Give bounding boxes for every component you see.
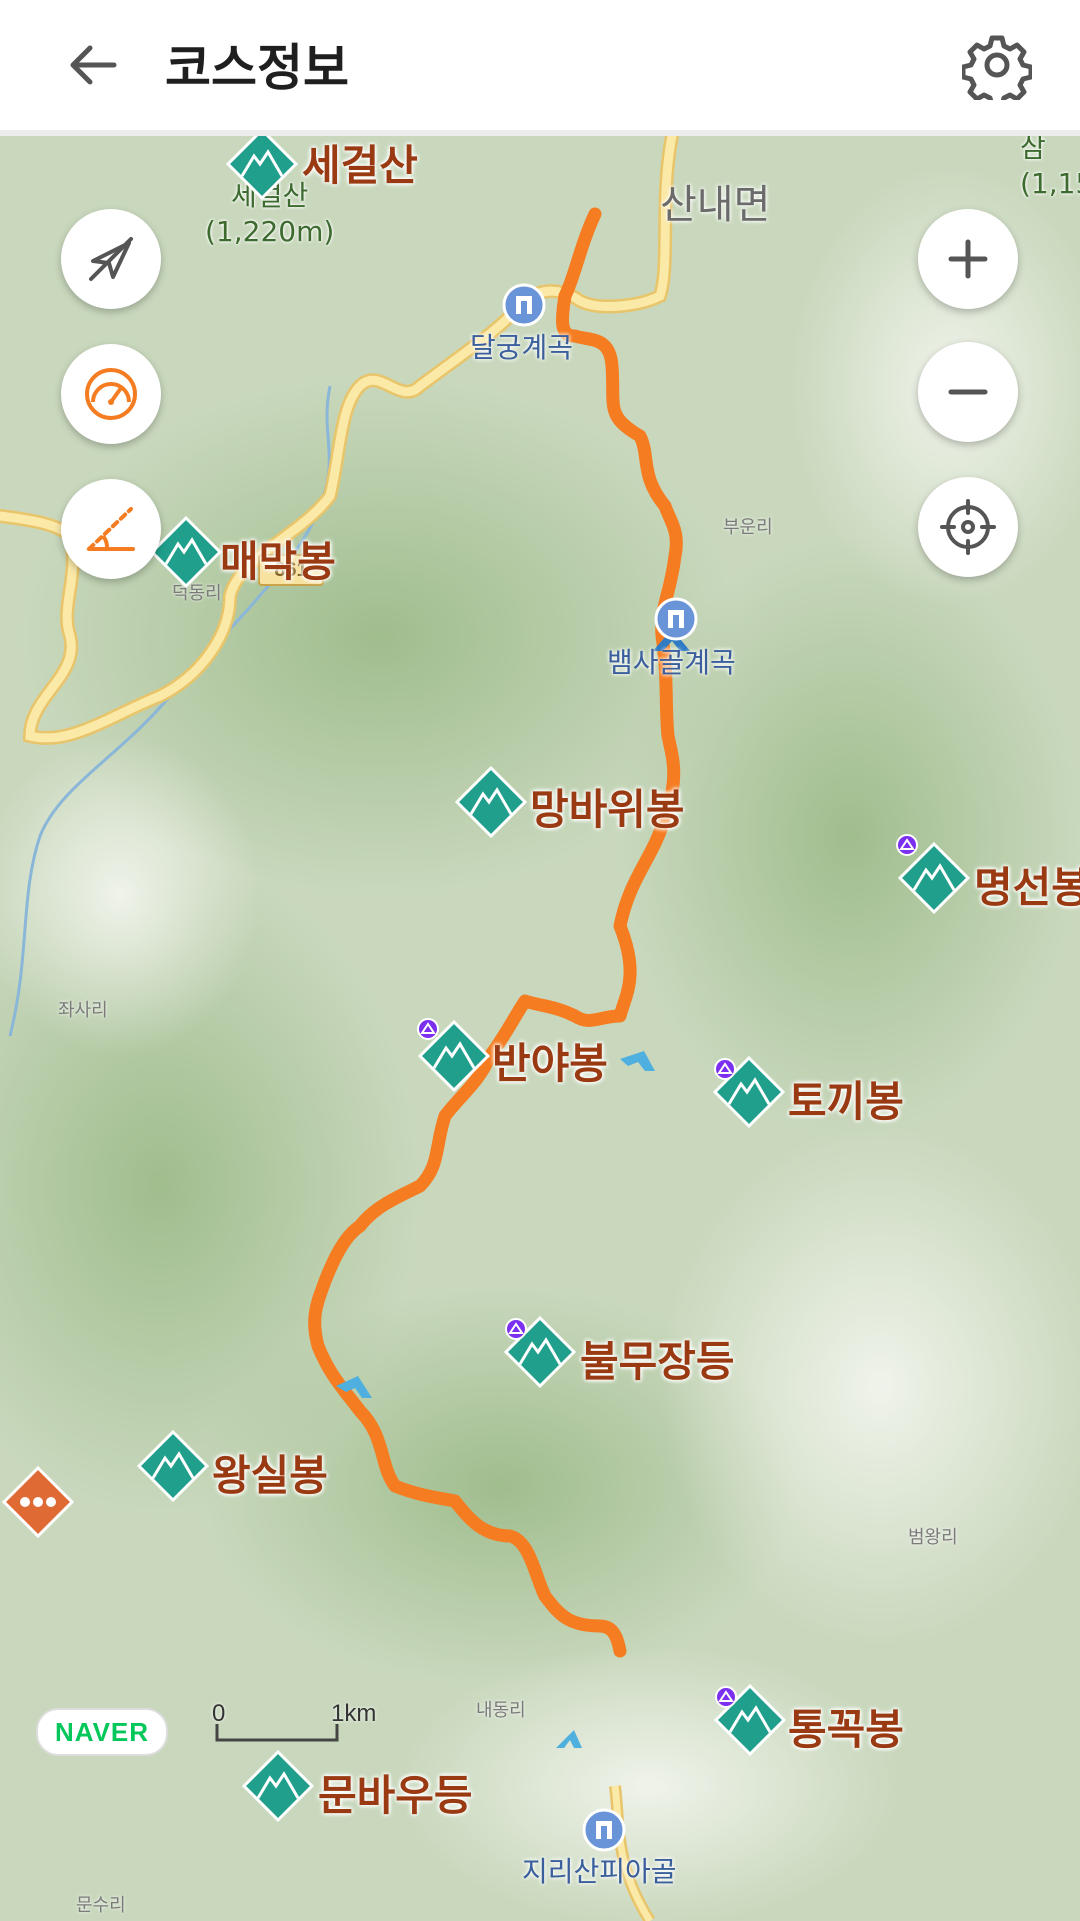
peak-label: 왕실봉 <box>212 1451 328 1500</box>
town-label: 산내면 <box>660 182 771 228</box>
summit-badge-icon <box>417 1018 439 1040</box>
scale-zero: 0 <box>212 1700 226 1727</box>
peak-elevation-height: (1,220m) <box>205 215 335 248</box>
summit-badge-icon <box>505 1318 527 1340</box>
peak-label: 명선봉 <box>974 863 1080 912</box>
locate-button[interactable] <box>918 477 1018 577</box>
mountain-peak-icon[interactable] <box>226 136 298 200</box>
arrow-left-icon <box>70 45 117 85</box>
peak-label: 문바우등 <box>318 1771 473 1820</box>
scale-end: 1km <box>331 1700 377 1727</box>
peak-label: 불무장등 <box>580 1337 735 1386</box>
altitude-button[interactable] <box>61 479 161 579</box>
naver-logo: NAVER <box>36 1708 168 1756</box>
scale-bar-line <box>215 1724 339 1742</box>
summit-badge-icon <box>896 834 918 856</box>
slope-icon <box>87 507 135 551</box>
partial-peak-name: 삼 <box>1020 136 1046 164</box>
more-options-icon[interactable] <box>2 1466 74 1538</box>
poi-label: 지리산피아골 <box>522 1855 677 1888</box>
summit-badge-icon <box>715 1686 737 1708</box>
zoom-out-button[interactable] <box>918 342 1018 442</box>
peak-label: 통꼭봉 <box>788 1705 904 1754</box>
map-view[interactable]: 달궁계곡 뱀사골계곡 지리산피아골 산내면 부운리 덕동리 좌사리 범왕리 내동… <box>0 136 1080 1921</box>
compass-off-button[interactable] <box>61 209 161 309</box>
peak-label: 반야봉 <box>492 1039 608 1088</box>
partial-peak-height: (1,15 <box>1020 167 1080 200</box>
peak-label: 매막봉 <box>220 537 336 586</box>
minus-icon <box>948 389 988 395</box>
village-label: 문수리 <box>76 1895 126 1916</box>
back-button[interactable] <box>62 30 132 100</box>
mountain-peak-icon[interactable] <box>455 766 527 838</box>
mountain-peak-icon[interactable] <box>137 1430 209 1502</box>
speedometer-button[interactable] <box>61 344 161 444</box>
plus-icon <box>948 239 988 279</box>
gear-icon <box>960 35 1034 109</box>
map-terrain <box>0 136 1080 1921</box>
valley-poi-icon[interactable] <box>654 597 698 641</box>
peak-label: 토끼봉 <box>788 1077 904 1126</box>
mountain-peak-icon[interactable] <box>242 1750 314 1822</box>
poi-label: 달궁계곡 <box>470 331 574 364</box>
village-label: 내동리 <box>476 1700 526 1721</box>
valley-poi-icon[interactable] <box>502 283 546 327</box>
page-title: 코스정보 <box>165 39 349 97</box>
village-label: 범왕리 <box>908 1527 958 1548</box>
partial-peak-label: 삼 (1,15 <box>1020 136 1080 202</box>
peak-label: 망바위봉 <box>530 785 685 834</box>
peak-label: 세걸산 <box>302 141 418 190</box>
crosshair-icon <box>940 499 996 555</box>
navigation-off-icon <box>89 237 133 281</box>
village-label: 부운리 <box>723 517 773 538</box>
settings-button[interactable] <box>960 30 1034 109</box>
village-label: 좌사리 <box>58 1000 108 1021</box>
app-header: 코스정보 <box>0 0 1080 136</box>
zoom-in-button[interactable] <box>918 209 1018 309</box>
poi-label: 뱀사골계곡 <box>607 646 736 679</box>
valley-poi-icon[interactable] <box>582 1808 626 1852</box>
speedometer-icon <box>85 368 137 420</box>
summit-badge-icon <box>714 1058 736 1080</box>
